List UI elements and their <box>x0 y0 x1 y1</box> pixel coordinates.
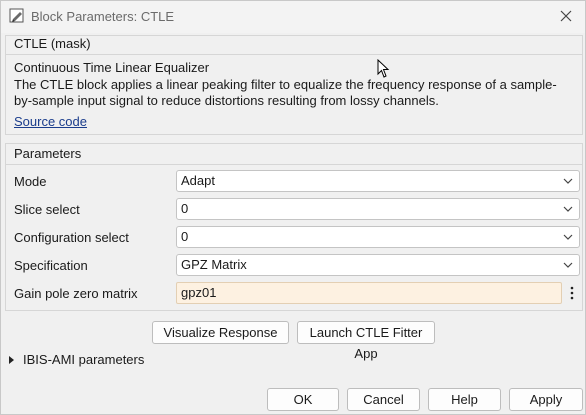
slice-select-label: Slice select <box>14 202 80 217</box>
mask-description-title: Continuous Time Linear Equalizer <box>14 60 210 75</box>
parameters-header: Parameters <box>14 146 82 161</box>
source-code-link[interactable]: Source code <box>14 114 87 129</box>
slice-select-value: 0 <box>181 201 189 216</box>
mouse-cursor-icon <box>377 59 390 78</box>
visualize-response-button[interactable]: Visualize Response <box>152 321 289 344</box>
divider <box>6 54 582 55</box>
ibis-ami-parameters-expander[interactable]: IBIS-AMI parameters <box>7 352 144 367</box>
configuration-select-value: 0 <box>181 229 189 244</box>
gain-pole-zero-matrix-input[interactable]: gpz01 <box>176 282 562 304</box>
configuration-select-dropdown[interactable]: 0 <box>176 226 580 248</box>
mode-dropdown[interactable]: Adapt <box>176 170 580 192</box>
specification-value: GPZ Matrix <box>181 257 247 272</box>
mode-label: Mode <box>14 174 47 189</box>
chevron-down-icon <box>563 178 573 184</box>
cancel-button[interactable]: Cancel <box>347 388 420 411</box>
mask-header: CTLE (mask) <box>14 36 91 51</box>
ok-button[interactable]: OK <box>267 388 339 411</box>
chevron-down-icon <box>563 206 573 212</box>
configuration-select-label: Configuration select <box>14 230 129 245</box>
mask-description-text: The CTLE block applies a linear peaking … <box>14 77 557 108</box>
specification-dropdown[interactable]: GPZ Matrix <box>176 254 580 276</box>
block-parameters-dialog: Block Parameters: CTLE CTLE (mask) Conti… <box>0 0 586 415</box>
apply-button[interactable]: Apply <box>509 388 583 411</box>
mask-description-group: CTLE (mask) Continuous Time Linear Equal… <box>5 35 583 135</box>
specification-label: Specification <box>14 258 88 273</box>
close-icon[interactable] <box>555 5 577 27</box>
chevron-down-icon <box>563 234 573 240</box>
divider <box>6 164 582 165</box>
parameters-group: Parameters Mode Adapt Slice select 0 Con… <box>5 143 583 311</box>
ibis-ami-parameters-label: IBIS-AMI parameters <box>23 352 145 367</box>
help-button[interactable]: Help <box>428 388 501 411</box>
window-title: Block Parameters: CTLE <box>31 9 175 24</box>
mode-value: Adapt <box>181 173 215 188</box>
title-bar: Block Parameters: CTLE <box>1 1 585 33</box>
launch-ctle-fitter-app-button[interactable]: Launch CTLE Fitter App <box>297 321 435 361</box>
slice-select-dropdown[interactable]: 0 <box>176 198 580 220</box>
more-options-icon[interactable] <box>565 282 578 304</box>
chevron-down-icon <box>563 262 573 268</box>
gain-pole-zero-matrix-label: Gain pole zero matrix <box>14 286 138 301</box>
triangle-right-icon <box>9 355 14 364</box>
block-parameters-icon <box>9 8 24 23</box>
